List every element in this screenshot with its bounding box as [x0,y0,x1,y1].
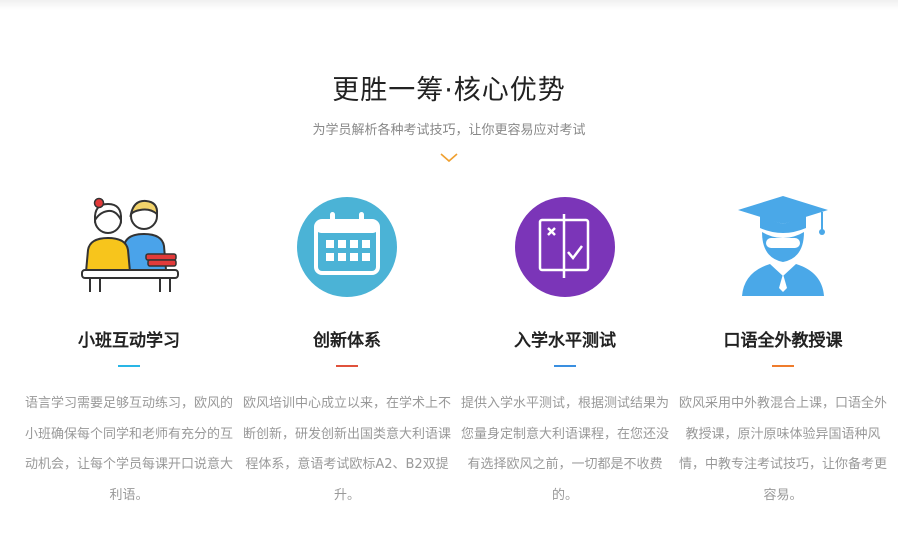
test-check-icon [510,192,620,302]
feature-list: 小班互动学习 语言学习需要足够互动练习，欧风的小班确保每个同学和老师有充分的互动… [20,0,892,545]
title-underline [772,365,794,367]
title-underline [118,365,140,367]
feature-item: 口语全外教授课 欧风采用中外教混合上课，口语全外教授课，原汁原味体验异国语种风情… [674,0,892,545]
feature-item: 创新体系 欧风培训中心成立以来，在学术上不断创新，研发创新出国类意大利语课程体系… [238,0,456,545]
feature-title: 入学水平测试 [514,331,616,351]
title-underline [554,365,576,367]
graduate-icon [728,192,838,302]
feature-item: 入学水平测试 提供入学水平测试，根据测试结果为您量身定制意大利语课程，在您还没有… [456,0,674,545]
feature-item: 小班互动学习 语言学习需要足够互动练习，欧风的小班确保每个同学和老师有充分的互动… [20,0,238,545]
feature-description: 提供入学水平测试，根据测试结果为您量身定制意大利语课程，在您还没有选择欧风之前，… [460,396,669,503]
feature-title: 创新体系 [313,331,381,351]
calendar-icon [292,192,402,302]
feature-description: 欧风培训中心成立以来，在学术上不断创新，研发创新出国类意大利语课程体系，意语考试… [242,396,451,503]
title-underline [336,365,358,367]
feature-title: 口语全外教授课 [723,331,843,351]
feature-description: 语言学习需要足够互动练习，欧风的小班确保每个同学和老师有充分的互动机会，让每个学… [24,396,233,503]
feature-description: 欧风采用中外教混合上课，口语全外教授课，原汁原味体验异国语种风情，中教专注考试技… [678,396,887,503]
feature-title: 小班互动学习 [78,331,180,351]
teacher-student-icon [74,192,184,302]
